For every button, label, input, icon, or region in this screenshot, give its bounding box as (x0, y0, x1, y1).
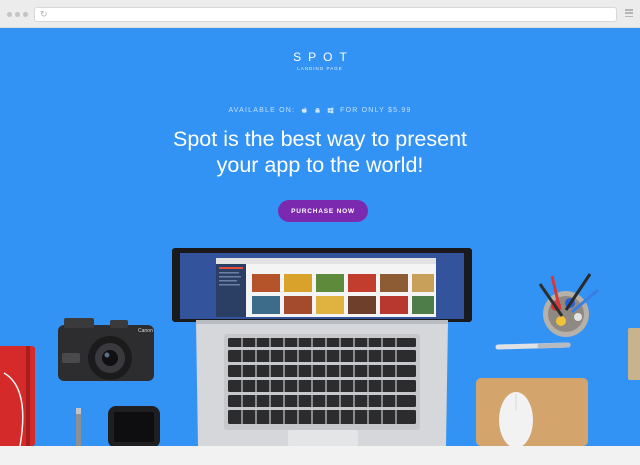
pen-cup (538, 273, 599, 337)
android-icon[interactable] (314, 107, 321, 114)
brand-logo[interactable]: SPOT LANDING PAGE (0, 50, 640, 71)
laptop-screen (172, 248, 472, 322)
window-control-dot[interactable] (7, 12, 12, 17)
footer-strip (0, 446, 640, 465)
mouse-pad (476, 378, 588, 446)
pen-left (76, 408, 81, 446)
pen-right (495, 342, 571, 350)
phone (108, 406, 160, 446)
apple-icon[interactable] (301, 107, 308, 114)
hamburger-menu-icon[interactable] (625, 9, 633, 17)
windows-icon[interactable] (327, 107, 334, 114)
headline-line-2: your app to the world! (216, 153, 424, 177)
red-notebook (0, 346, 35, 446)
laptop-keyboard (196, 320, 448, 446)
purchase-now-button[interactable]: PURCHASE NOW (278, 200, 368, 222)
svg-text:Canon: Canon (138, 328, 153, 334)
address-bar[interactable]: ↻ (34, 7, 617, 22)
window-controls (7, 12, 28, 17)
hero-section: Canon SPOT LANDING PAGE AVAILABLE ON: FO… (0, 28, 640, 446)
availability-label: AVAILABLE ON: (228, 107, 296, 114)
reload-icon[interactable]: ↻ (40, 9, 48, 21)
price-text: FOR ONLY $5.99 (340, 107, 412, 114)
hero-headline: Spot is the best way to present your app… (0, 126, 640, 178)
window-control-dot[interactable] (23, 12, 28, 17)
desk-scene-illustration: Canon (0, 248, 640, 446)
brand-name: SPOT (293, 50, 354, 64)
headline-line-1: Spot is the best way to present (173, 127, 467, 151)
camera: Canon (58, 318, 154, 381)
brand-tagline: LANDING PAGE (297, 66, 343, 71)
side-box (628, 328, 640, 380)
window-control-dot[interactable] (15, 12, 20, 17)
browser-chrome: ↻ (0, 0, 640, 28)
availability-bar: AVAILABLE ON: FOR ONLY $5.99 (0, 107, 640, 114)
